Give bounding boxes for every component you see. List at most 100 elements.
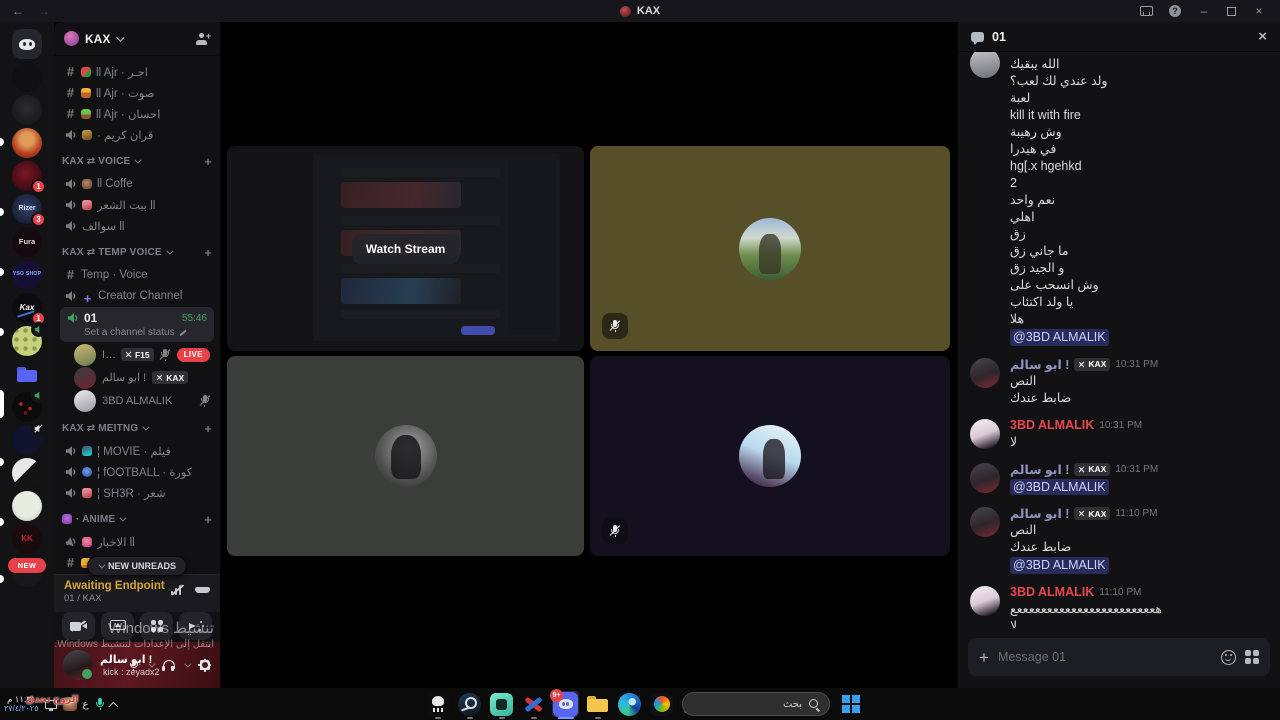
- server-icon[interactable]: [12, 458, 42, 488]
- channel-row[interactable]: ¦ fOOTBALL · كورة: [60, 461, 214, 482]
- message-author[interactable]: ابو سالم !: [1010, 357, 1069, 372]
- soundboard-button[interactable]: [179, 612, 212, 640]
- channel-row[interactable]: # ll Ajr · صوت: [60, 82, 214, 103]
- section-header-anime[interactable]: · ANIME +: [60, 507, 214, 531]
- channel-row[interactable]: # ll Ajr · اجـر: [60, 61, 214, 82]
- clan-tag: KAX: [1074, 507, 1111, 520]
- maximize-button[interactable]: [1227, 6, 1236, 16]
- screenshare-button[interactable]: [101, 612, 134, 640]
- minimize-button[interactable]: –: [1197, 4, 1211, 18]
- server-icon[interactable]: KK: [12, 524, 42, 554]
- chevron-down-icon[interactable]: [148, 660, 156, 668]
- edge-icon: [618, 692, 641, 716]
- message-avatar[interactable]: [970, 462, 1000, 493]
- back-button[interactable]: ←: [12, 4, 24, 18]
- help-icon[interactable]: ?: [1169, 5, 1181, 17]
- message-group: 3BD ALMALIK 10:31 PM لا: [970, 417, 1268, 451]
- new-unreads-pill[interactable]: NEW UNREADS: [86, 556, 188, 576]
- taskbar-app-edge[interactable]: [616, 691, 643, 717]
- voice-channel-row-01[interactable]: 01 55:46 Set a channel status: [60, 307, 214, 342]
- taskbar-app-capture[interactable]: [488, 691, 515, 717]
- section-header-meitng[interactable]: KAX ⇄ MEITNG +: [60, 416, 214, 440]
- channel-row[interactable]: ll الاخبار: [60, 531, 214, 552]
- section-header-temp-voice[interactable]: KAX ⇄ TEMP VOICE +: [60, 240, 214, 264]
- message-input[interactable]: + Message 01: [968, 638, 1270, 676]
- video-tile[interactable]: [590, 146, 950, 351]
- voice-member-row[interactable]: 3BD ALMALIK: [60, 389, 214, 412]
- tray-mic-icon[interactable]: [95, 698, 106, 710]
- message-avatar[interactable]: [970, 585, 1000, 616]
- channel-row[interactable]: قران كريم ·: [60, 124, 214, 145]
- message-avatar[interactable]: [970, 52, 1000, 78]
- message-avatar[interactable]: [970, 507, 1000, 537]
- message-avatar[interactable]: [970, 357, 1000, 388]
- add-member-icon[interactable]: +: [196, 31, 211, 45]
- close-chat-button[interactable]: ×: [1258, 29, 1267, 44]
- emoji-button[interactable]: [1221, 649, 1236, 665]
- taskbar-app-discord[interactable]: 9+: [550, 689, 579, 717]
- server-icon[interactable]: Fura: [12, 227, 42, 257]
- search-box[interactable]: بحث: [682, 692, 830, 716]
- new-badge: NEW: [8, 558, 46, 573]
- taskbar-app-steam[interactable]: [456, 691, 483, 717]
- taskbar-app-game[interactable]: [520, 691, 547, 717]
- message-author[interactable]: ابو سالم !: [1010, 462, 1069, 477]
- create-channel-icon[interactable]: +: [204, 154, 212, 169]
- server-header[interactable]: KAX +: [54, 22, 220, 56]
- video-tile[interactable]: [227, 356, 584, 556]
- tray-clock[interactable]: ١١:٣١ م ٢٧/٤/٢٠٢٥: [4, 694, 39, 714]
- taskbar-app-explorer[interactable]: [584, 691, 611, 717]
- channel-row[interactable]: + Creator Channel: [60, 285, 214, 306]
- voice-member-row[interactable]: ابو سالم ! KAX: [60, 366, 214, 389]
- inbox-icon[interactable]: [1140, 6, 1153, 16]
- channel-row[interactable]: ¦ MOVIE · فيلم: [60, 440, 214, 461]
- connection-status-panel: Awaiting Endpoint 01 / KAX: [54, 574, 220, 612]
- channel-row[interactable]: ll بيت الشعر: [60, 194, 214, 215]
- voice-member-row[interactable]: I'm back F15 LIVE: [60, 343, 214, 366]
- tray-monitor-icon[interactable]: [44, 699, 57, 711]
- server-icon[interactable]: [12, 491, 42, 521]
- speaker-icon: [65, 178, 77, 190]
- language-indicator[interactable]: ع: [83, 699, 89, 710]
- stream-tile[interactable]: Watch Stream: [227, 146, 584, 351]
- server-icon[interactable]: [12, 29, 42, 59]
- deafen-button[interactable]: [162, 659, 175, 671]
- settings-button[interactable]: [198, 658, 211, 672]
- taskbar-app-octopus[interactable]: [424, 691, 451, 717]
- message-author[interactable]: 3BD ALMALIK: [1010, 585, 1094, 599]
- forward-button[interactable]: →: [38, 4, 50, 18]
- channel-row[interactable]: ll Coffe: [60, 173, 214, 194]
- message-avatar[interactable]: [970, 418, 1000, 449]
- chevron-down-icon[interactable]: [184, 660, 192, 668]
- activities-button[interactable]: [140, 612, 173, 640]
- server-icon[interactable]: [12, 62, 42, 92]
- camera-button[interactable]: [62, 612, 95, 640]
- attach-button[interactable]: +: [979, 649, 989, 666]
- video-tile[interactable]: [590, 356, 950, 556]
- create-channel-icon[interactable]: +: [204, 421, 212, 436]
- mic-button[interactable]: [128, 659, 139, 671]
- tray-avatar-icon[interactable]: [62, 697, 77, 711]
- disconnect-button[interactable]: [195, 587, 210, 593]
- start-button[interactable]: [842, 695, 860, 713]
- channel-row[interactable]: # Temp · Voice: [60, 264, 214, 285]
- server-icon[interactable]: YSO SHOP: [12, 260, 42, 290]
- channel-row[interactable]: ¦ SH3R · شعر: [60, 482, 214, 503]
- server-icon[interactable]: [12, 359, 42, 389]
- create-channel-icon[interactable]: +: [204, 512, 212, 527]
- server-icon[interactable]: [12, 128, 42, 158]
- server-icon[interactable]: [12, 95, 42, 125]
- channel-row[interactable]: # ll Ajr · احسان: [60, 103, 214, 124]
- create-channel-icon[interactable]: +: [204, 245, 212, 260]
- section-header-voice[interactable]: KAX ⇄ VOICE +: [60, 149, 214, 173]
- taskbar-app-copilot[interactable]: [648, 691, 675, 717]
- channel-status[interactable]: Set a channel status: [67, 327, 207, 338]
- channel-row[interactable]: ll سوالف: [60, 215, 214, 236]
- message-author[interactable]: ابو سالم !: [1010, 506, 1069, 521]
- tray-expand-chevron[interactable]: [107, 701, 118, 712]
- user-avatar[interactable]: [63, 650, 94, 681]
- watch-stream-button[interactable]: Watch Stream: [351, 233, 460, 264]
- sticker-button[interactable]: [1245, 650, 1259, 664]
- close-button[interactable]: ×: [1252, 4, 1266, 18]
- message-author[interactable]: 3BD ALMALIK: [1010, 418, 1094, 432]
